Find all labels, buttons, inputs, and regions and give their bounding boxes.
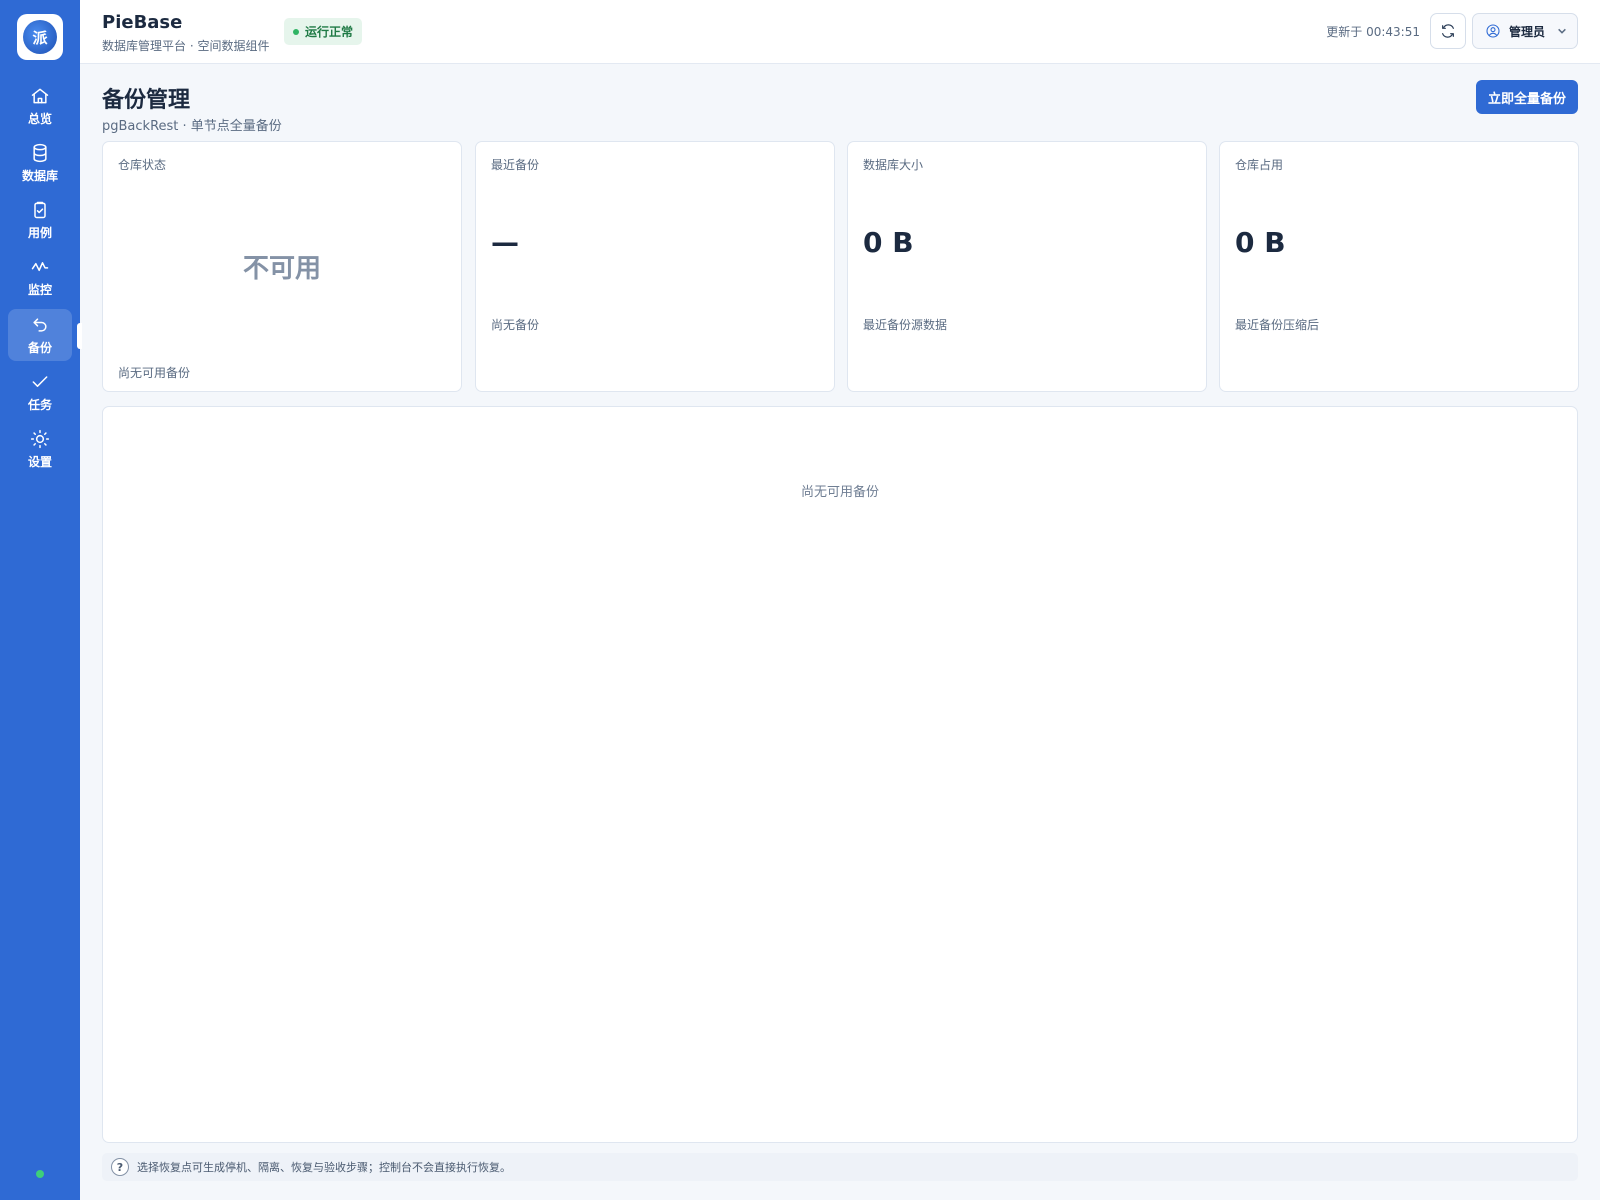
full-backup-button[interactable]: 立即全量备份 (1476, 80, 1578, 114)
stat-card-repo-usage: 仓库占用 0 B 最近备份压缩后 (1219, 141, 1579, 392)
stat-card-repo-status: 仓库状态 不可用 尚无可用备份 (102, 141, 462, 392)
page-subtitle: pgBackRest · 单节点全量备份 (102, 119, 282, 134)
card-note: 最近备份压缩后 (1235, 318, 1320, 332)
sidebar-item-cases[interactable]: 用例 (8, 194, 72, 246)
app-subtitle: 数据库管理平台 · 空间数据组件 (102, 39, 270, 53)
user-name: 管理员 (1509, 24, 1546, 39)
sidebar-item-label: 监控 (27, 282, 52, 297)
connection-status-dot (36, 1170, 44, 1178)
sidebar-item-label: 设置 (27, 454, 52, 469)
page-title: 备份管理 (102, 88, 191, 113)
restore-hint-text: 选择恢复点可生成停机、隔离、恢复与验收步骤；控制台不会直接执行恢复。 (137, 1161, 511, 1174)
card-label: 最近备份 (491, 158, 540, 172)
status-dot-icon (293, 28, 299, 35)
help-icon[interactable]: ? (111, 1158, 129, 1176)
sidebar-item-database[interactable]: 数据库 (8, 137, 72, 189)
card-label: 仓库状态 (118, 158, 167, 172)
stat-card-db-size: 数据库大小 0 B 最近备份源数据 (847, 141, 1207, 392)
status-badge-label: 运行正常 (305, 25, 354, 39)
check-icon (32, 375, 48, 387)
user-icon (1486, 24, 1500, 38)
card-label: 数据库大小 (863, 158, 924, 172)
sidebar-item-label: 任务 (27, 397, 52, 412)
sun-gear-icon (30, 429, 50, 448)
chevron-down-icon (1558, 28, 1566, 34)
sidebar-item-label: 总览 (27, 111, 52, 126)
active-indicator (77, 323, 82, 349)
activity-icon (31, 261, 49, 271)
user-menu[interactable]: 管理员 (1472, 13, 1578, 49)
backup-list-panel: 尚无可用备份 (102, 406, 1578, 1143)
home-icon (31, 88, 49, 103)
stat-card-latest-backup: 最近备份 — 尚无备份 (475, 141, 835, 392)
refresh-icon (1442, 24, 1454, 38)
last-updated: 更新于 00:43:51 (1326, 25, 1420, 39)
sidebar-item-label: 数据库 (21, 168, 58, 183)
top-header: PieBase 数据库管理平台 · 空间数据组件 运行正常 更新于 00:43:… (80, 0, 1600, 64)
sidebar-item-backup[interactable]: 备份 (8, 309, 72, 361)
sidebar-item-label: 用例 (27, 225, 52, 240)
card-value: 不可用 (242, 254, 321, 284)
sidebar-item-monitor[interactable]: 监控 (8, 251, 72, 303)
logo-mark: 派 (23, 20, 57, 54)
restore-hint-bar: ? 选择恢复点可生成停机、隔离、恢复与验收步骤；控制台不会直接执行恢复。 (102, 1153, 1578, 1181)
undo-icon (33, 317, 47, 332)
sidebar-item-overview[interactable]: 总览 (8, 80, 72, 132)
card-value: — (491, 226, 519, 259)
sidebar: 派 总览 数据库 用例 监控 备份 任务 设置 (0, 0, 82, 1200)
card-value: 0 B (1235, 226, 1286, 259)
status-badge: 运行正常 (284, 18, 363, 45)
refresh-button[interactable] (1430, 13, 1466, 49)
database-icon (33, 143, 47, 162)
empty-state-text: 尚无可用备份 (800, 485, 879, 500)
sidebar-item-settings[interactable]: 设置 (8, 423, 72, 475)
app-logo[interactable]: 派 (17, 14, 63, 60)
sidebar-item-tasks[interactable]: 任务 (8, 366, 72, 418)
card-note: 最近备份源数据 (863, 318, 948, 332)
card-value: 0 B (863, 226, 914, 259)
card-note: 尚无备份 (491, 318, 540, 332)
card-note: 尚无可用备份 (118, 366, 191, 380)
card-label: 仓库占用 (1235, 158, 1284, 172)
clipboard-icon (34, 201, 46, 218)
app-title: PieBase (102, 12, 183, 33)
sidebar-item-label: 备份 (27, 340, 52, 355)
